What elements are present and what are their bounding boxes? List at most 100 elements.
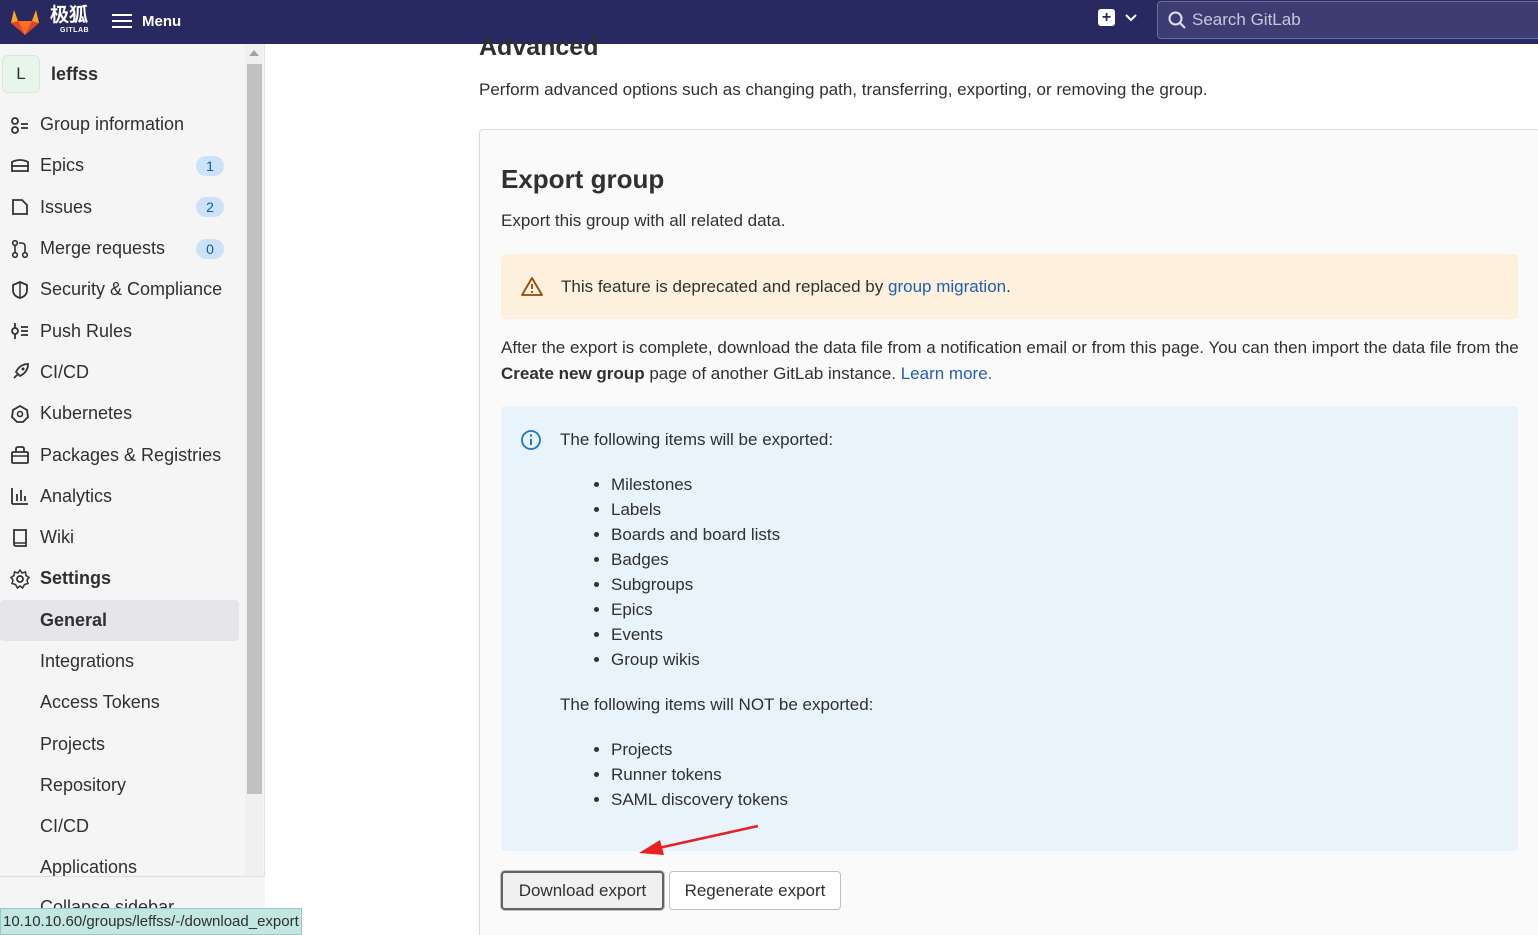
sidebar-subitem-ci-cd[interactable]: CI/CD <box>0 806 245 847</box>
sidebar-item-label: Settings <box>40 568 112 589</box>
sidebar-item-label: CI/CD <box>40 816 89 837</box>
after-text-part-2: page of another GitLab instance. <box>644 364 901 383</box>
search-box[interactable] <box>1157 1 1538 39</box>
group-name: leffss <box>51 63 99 84</box>
not-exported-items-list: Projects Runner tokens SAML discovery to… <box>611 737 788 812</box>
scroll-up-arrow-icon[interactable] <box>249 50 259 56</box>
sidebar-item-ci-cd[interactable]: CI/CD <box>0 352 245 393</box>
group-migration-link[interactable]: group migration <box>888 277 1006 297</box>
sidebar-item-label: Epics <box>40 155 85 176</box>
list-item: Labels <box>611 497 780 522</box>
exported-items-heading: The following items will be exported: <box>560 430 834 449</box>
book-icon <box>13 528 27 547</box>
sidebar-group-header[interactable]: L leffss <box>0 52 98 96</box>
chart-icon <box>11 488 28 506</box>
package-icon <box>11 446 29 464</box>
list-item: Runner tokens <box>611 762 788 787</box>
plus-square-icon: + <box>1098 9 1115 26</box>
merge-requests-count-badge: 0 <box>196 238 224 259</box>
sidebar-subitem-integrations[interactable]: Integrations <box>0 641 245 682</box>
group-info-icon <box>11 116 28 134</box>
sidebar-subitem-repository[interactable]: Repository <box>0 765 245 806</box>
epics-count-badge: 1 <box>196 155 224 176</box>
export-group-panel: Export group Export this group with all … <box>479 129 1538 935</box>
warning-period: . <box>1006 276 1011 296</box>
annotation-arrow-icon <box>639 824 759 855</box>
shield-icon <box>12 280 28 299</box>
sidebar-item-settings[interactable]: Settings <box>0 558 245 599</box>
merge-request-icon <box>11 239 29 258</box>
top-navbar: 极狐 GITLAB Menu + <box>0 0 1538 44</box>
hamburger-icon <box>112 10 132 32</box>
exported-items-list: Milestones Labels Boards and board lists… <box>611 472 780 672</box>
list-item: Subgroups <box>611 572 780 597</box>
sidebar-nav: Group information Epics 1 Issues 2 Merge… <box>0 104 245 889</box>
list-item: Group wikis <box>611 647 780 672</box>
section-description-advanced: Perform advanced options such as changin… <box>479 80 1208 99</box>
list-item: Milestones <box>611 472 780 497</box>
sidebar-item-label: Issues <box>40 196 93 217</box>
sidebar-item-label: Repository <box>40 774 127 795</box>
gitlab-fox-logo-icon[interactable] <box>8 4 42 38</box>
new-item-dropdown-button[interactable]: + <box>1098 9 1137 26</box>
after-text-part-1: After the export is complete, download t… <box>501 338 1519 357</box>
download-export-button[interactable]: Download export <box>501 871 664 910</box>
sidebar-item-analytics[interactable]: Analytics <box>0 476 245 517</box>
list-item: Badges <box>611 547 780 572</box>
list-item: SAML discovery tokens <box>611 787 788 812</box>
list-item: Boards and board lists <box>611 522 780 547</box>
sidebar-item-packages-registries[interactable]: Packages & Registries <box>0 434 245 475</box>
section-title-advanced: Advanced <box>479 33 599 61</box>
sidebar-item-label: Wiki <box>40 527 74 548</box>
sidebar-item-label: General <box>40 609 108 630</box>
sidebar-item-label: Kubernetes <box>40 403 133 424</box>
sidebar-subitem-projects[interactable]: Projects <box>0 723 245 764</box>
sidebar-item-label: Push Rules <box>40 320 133 341</box>
sidebar-item-kubernetes[interactable]: Kubernetes <box>0 393 245 434</box>
deprecation-warning-alert: This feature is deprecated and replaced … <box>501 254 1518 319</box>
list-item: Events <box>611 622 780 647</box>
sidebar-item-wiki[interactable]: Wiki <box>0 517 245 558</box>
export-items-info-alert: The following items will be exported: Mi… <box>501 406 1518 851</box>
list-item: Projects <box>611 737 788 762</box>
brand-name: 极狐 <box>50 5 89 26</box>
search-input[interactable] <box>1192 10 1512 30</box>
regenerate-export-button[interactable]: Regenerate export <box>669 871 841 910</box>
gear-icon <box>10 568 30 589</box>
sidebar-item-label: Access Tokens <box>40 692 160 713</box>
sidebar-item-label: Merge requests <box>40 238 166 259</box>
sidebar-item-label: Group information <box>40 114 185 135</box>
menu-button[interactable]: Menu <box>112 6 181 36</box>
info-icon <box>521 430 541 450</box>
push-rules-icon <box>11 323 28 340</box>
menu-label: Menu <box>142 12 182 30</box>
warning-text: This feature is deprecated and replaced … <box>561 276 884 296</box>
sidebar-item-label: Analytics <box>40 485 113 506</box>
export-group-description: Export this group with all related data. <box>501 211 786 230</box>
sidebar-scroll-thumb[interactable] <box>247 64 262 794</box>
group-avatar: L <box>2 55 40 93</box>
list-item: Epics <box>611 597 780 622</box>
link-status-bar: 10.10.10.60/groups/leffss/-/download_exp… <box>0 908 302 935</box>
sidebar-subitem-general[interactable]: General <box>0 599 239 641</box>
issues-icon <box>12 199 28 216</box>
sidebar-item-push-rules[interactable]: Push Rules <box>0 310 245 351</box>
sidebar-subitem-access-tokens[interactable]: Access Tokens <box>0 682 245 723</box>
issues-count-badge: 2 <box>196 197 224 218</box>
search-icon <box>1168 11 1186 29</box>
sidebar-item-label: Security & Compliance <box>40 279 223 300</box>
rocket-icon <box>13 363 29 380</box>
sidebar-item-label: CI/CD <box>40 361 89 382</box>
sidebar-item-epics[interactable]: Epics 1 <box>0 145 245 186</box>
learn-more-link[interactable]: Learn more. <box>901 364 993 383</box>
sidebar-item-security-compliance[interactable]: Security & Compliance <box>0 269 245 310</box>
after-export-paragraph: After the export is complete, download t… <box>501 335 1521 387</box>
not-exported-items-heading: The following items will NOT be exported… <box>560 695 874 714</box>
sidebar-item-group-information[interactable]: Group information <box>0 104 245 145</box>
chevron-down-icon <box>1125 13 1137 21</box>
kubernetes-icon <box>11 404 29 423</box>
sidebar-item-merge-requests[interactable]: Merge requests 0 <box>0 228 245 269</box>
sidebar-item-label: Projects <box>40 733 106 754</box>
sidebar-item-label: Packages & Registries <box>40 444 222 465</box>
sidebar-item-issues[interactable]: Issues 2 <box>0 187 245 228</box>
